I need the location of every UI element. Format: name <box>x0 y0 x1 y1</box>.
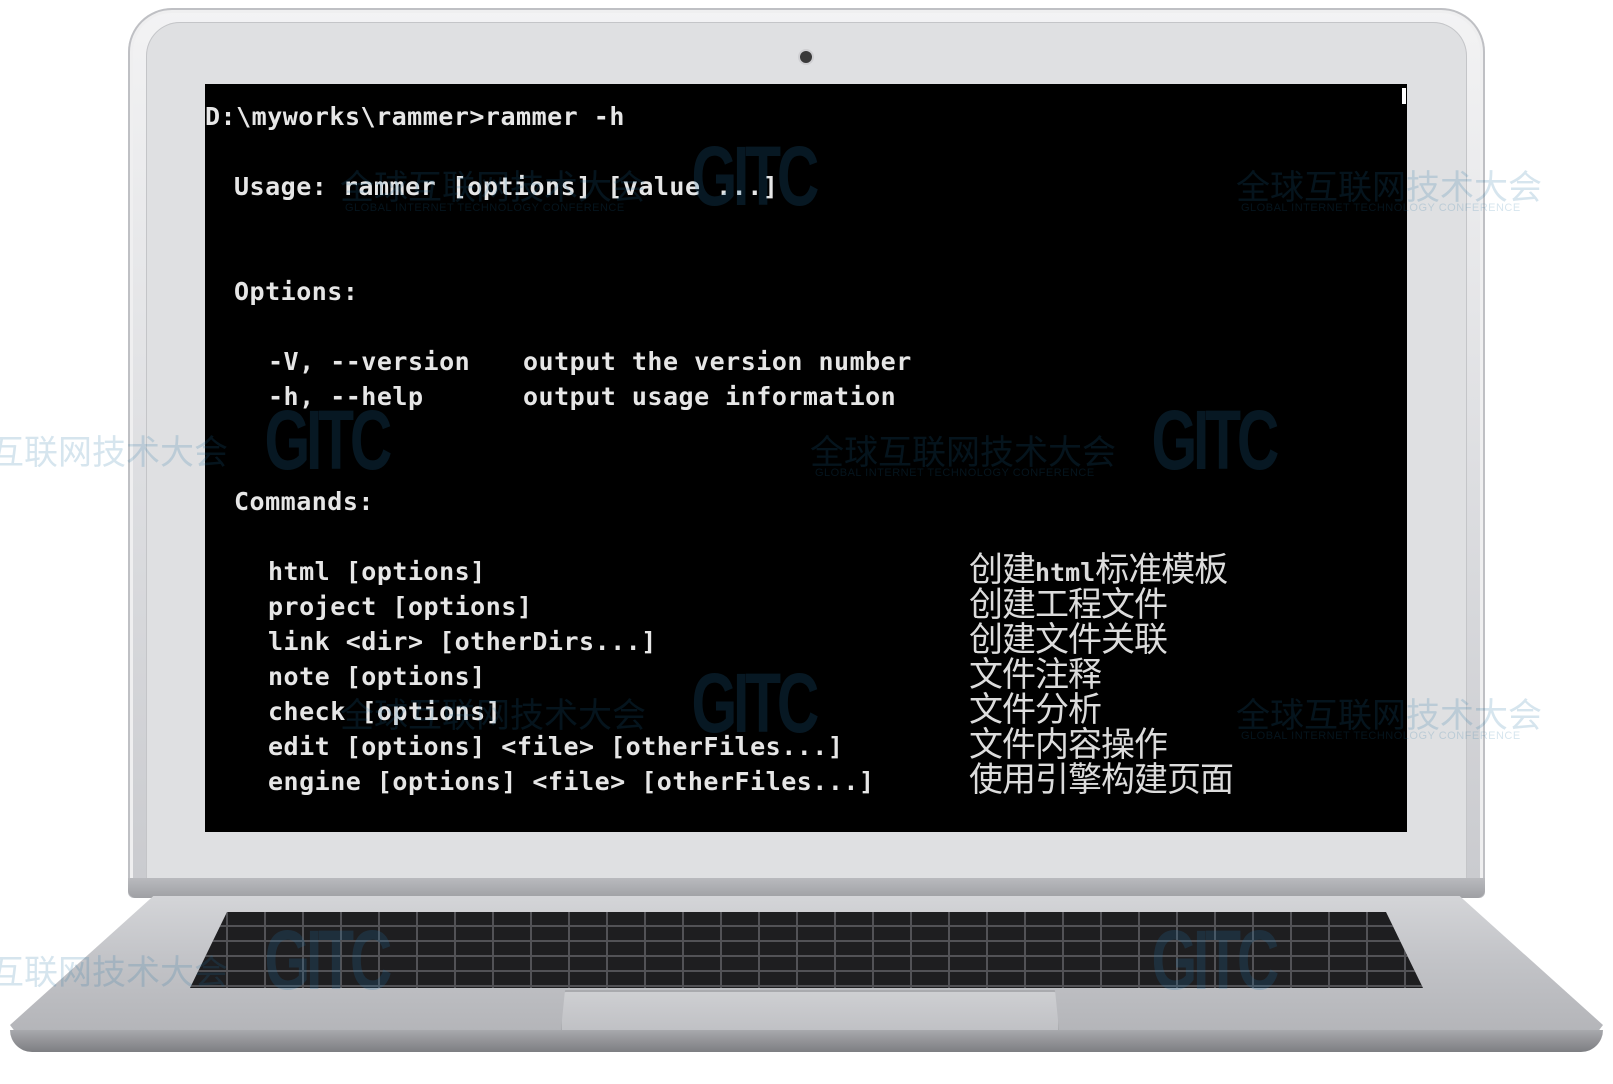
command-desc-text: 创建 <box>969 550 1036 590</box>
watermark-logo: GITC <box>1151 913 1279 1007</box>
command-desc-text: 标准模板 <box>1095 550 1228 590</box>
options-heading: Options: <box>234 277 359 306</box>
command-name: link <dir> [otherDirs...] <box>268 627 657 656</box>
command-name: engine [options] <file> [otherFiles...] <box>268 767 875 796</box>
command-name: note [options] <box>268 662 486 691</box>
watermark-subtext: GLOBAL INTERNET TECHNOLOGY CONFERENCE <box>815 467 1095 479</box>
command-desc: 创建文件关联 <box>969 620 1168 660</box>
watermark-logo: GITC <box>264 393 392 487</box>
option-desc: output usage information <box>523 382 897 411</box>
command-desc: 使用引擎构建页面 <box>969 760 1234 800</box>
webcam-icon <box>800 51 812 63</box>
watermark-logo: GITC <box>264 913 392 1007</box>
laptop-photo: D:\myworks\rammer>rammer -h Usage: ramme… <box>0 0 1613 1084</box>
command-name: html [options] <box>268 557 486 586</box>
commands-heading: Commands: <box>234 487 374 516</box>
watermark-subtext: GLOBAL INTERNET TECHNOLOGY CONFERENCE <box>345 202 625 214</box>
laptop-base-edge <box>10 1030 1603 1052</box>
watermark-subtext: GLOBAL INTERNET TECHNOLOGY CONFERENCE <box>1241 730 1521 742</box>
watermark-logo: GITC <box>1151 393 1279 487</box>
command-desc: 文件分析 <box>969 690 1102 730</box>
command-desc: 创建工程文件 <box>969 585 1168 625</box>
watermark-logo: GITC <box>691 129 819 223</box>
watermark-subtext: GLOBAL INTERNET TECHNOLOGY CONFERENCE <box>1241 202 1521 214</box>
option-desc: output the version number <box>523 347 912 376</box>
command-name: check [options] <box>268 697 502 726</box>
watermark-logo: GITC <box>691 656 819 750</box>
command-desc: 文件内容操作 <box>969 725 1168 765</box>
command-name: project [options] <box>268 592 533 621</box>
option-flag: -V, --version <box>268 347 471 376</box>
screen-glare <box>1402 88 1406 104</box>
command-desc-code: html <box>1035 558 1096 587</box>
prompt-line: D:\myworks\rammer>rammer -h <box>205 102 625 131</box>
laptop-hinge <box>128 878 1485 898</box>
command-desc: 文件注释 <box>969 655 1102 695</box>
